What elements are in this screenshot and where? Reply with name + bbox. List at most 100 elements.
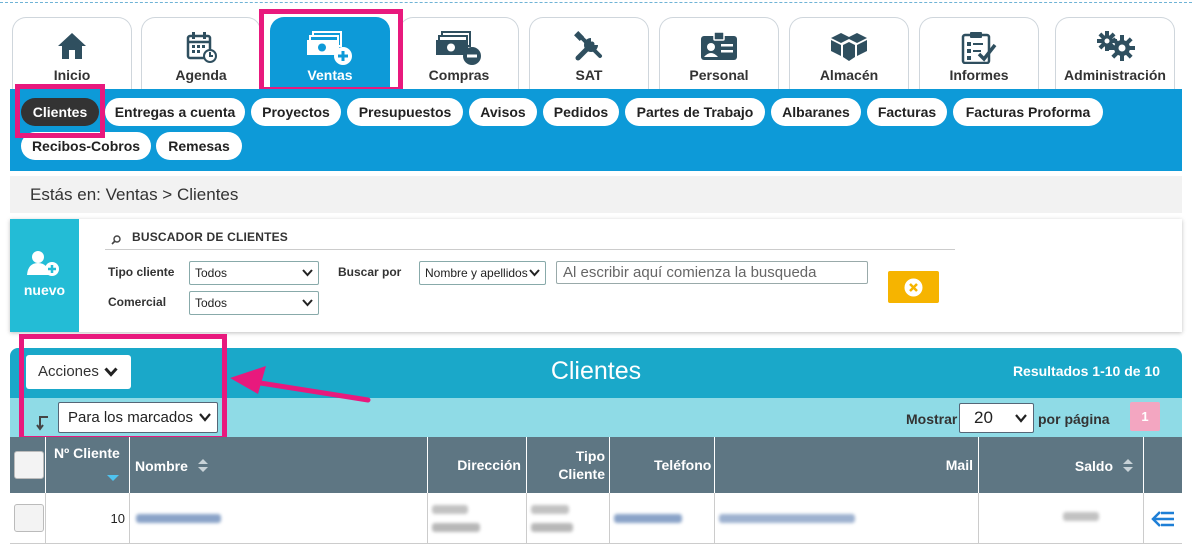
column-header-numero[interactable]: Nº Cliente <box>45 437 129 493</box>
new-client-label: nuevo <box>23 282 66 298</box>
tab-ventas-label: Ventas <box>307 67 353 83</box>
subnav-recibos-cobros[interactable]: Recibos-Cobros <box>21 132 151 160</box>
subnav-facturas[interactable]: Facturas <box>867 98 947 126</box>
tab-informes-label: Informes <box>949 67 1009 83</box>
column-header-telefono[interactable]: Teléfono <box>609 437 714 493</box>
subnav-presupuestos[interactable]: Presupuestos <box>347 98 463 126</box>
sub-navigation: Clientes Entregas a cuenta Proyectos Pre… <box>10 89 1182 171</box>
tab-compras[interactable]: Compras <box>399 17 519 89</box>
clear-search-button[interactable] <box>888 271 939 303</box>
column-header-nombre[interactable]: Nombre <box>129 437 427 493</box>
search-input[interactable]: Al escribir aquí comienza la busqueda <box>556 261 868 284</box>
buscar-por-label: Buscar por <box>338 265 402 279</box>
column-header-direccion[interactable]: Dirección <box>427 437 526 493</box>
cell-telefono-redacted <box>609 493 714 544</box>
redacted-phone <box>614 514 682 523</box>
column-header-tipo-cliente[interactable]: Tipo Cliente <box>526 437 609 493</box>
search-divider <box>105 249 955 250</box>
cell-mail-redacted <box>714 493 978 544</box>
chevron-down-icon <box>1015 414 1027 423</box>
cell-numero: 10 <box>45 493 129 544</box>
cell-nombre-redacted <box>129 493 427 544</box>
column-mail-label: Mail <box>945 457 973 473</box>
subnav-entregas-a-cuenta[interactable]: Entregas a cuenta <box>105 98 245 126</box>
add-user-icon <box>26 249 62 284</box>
tab-informes[interactable]: Informes <box>919 17 1039 89</box>
page-button-current[interactable]: 1 <box>1130 402 1160 431</box>
cell-direccion-redacted <box>427 493 526 544</box>
bulk-action-value: Para los marcados <box>68 409 194 426</box>
column-saldo-label: Saldo <box>1074 458 1113 474</box>
actions-label: Acciones <box>38 363 99 380</box>
pointer-arrow-icon <box>230 366 371 403</box>
comercial-select[interactable]: Todos <box>189 291 319 315</box>
tab-administracion[interactable]: Administración <box>1055 17 1175 89</box>
redacted-name <box>136 514 221 523</box>
subnav-clientes[interactable]: Clientes <box>21 98 99 126</box>
sort-icon <box>198 459 208 472</box>
subnav-remesas[interactable]: Remesas <box>156 132 242 160</box>
table-header: Nº Cliente Nombre Dirección Tipo Cliente… <box>10 437 1182 493</box>
tools-icon <box>530 30 648 64</box>
column-header-saldo[interactable]: Saldo <box>978 437 1143 493</box>
cell-row-actions <box>1143 493 1182 544</box>
corner-arrow-icon <box>36 416 48 431</box>
tab-almacen[interactable]: Almacén <box>789 17 909 89</box>
home-icon <box>13 30 131 64</box>
subnav-proyectos[interactable]: Proyectos <box>251 98 341 126</box>
subnav-avisos[interactable]: Avisos <box>469 98 537 126</box>
cell-numero-value: 10 <box>110 511 125 526</box>
comercial-value: Todos <box>195 296 228 310</box>
column-tipo-cliente-label: Tipo Cliente <box>558 448 605 482</box>
chevron-down-icon <box>302 269 313 277</box>
calendar-icon <box>142 30 260 64</box>
results-toolbar: Para los marcados Mostrar 20 por página … <box>10 398 1182 437</box>
tipo-cliente-value: Todos <box>195 266 228 280</box>
comercial-label: Comercial <box>108 295 167 309</box>
clipboard-check-icon <box>920 30 1038 64</box>
column-telefono-label: Teléfono <box>654 457 712 473</box>
redacted-balance <box>1063 512 1099 521</box>
select-all-checkbox[interactable] <box>14 451 44 479</box>
tipo-cliente-label: Tipo cliente <box>108 265 175 279</box>
tab-compras-label: Compras <box>428 67 490 83</box>
redacted-address-line <box>432 523 480 532</box>
actions-dropdown[interactable]: Acciones <box>26 355 131 389</box>
new-client-button[interactable]: nuevo <box>10 219 79 332</box>
column-header-mail[interactable]: Mail <box>714 437 978 493</box>
table-row[interactable]: 10 <box>10 493 1182 544</box>
sort-desc-icon <box>107 475 119 481</box>
row-checkbox[interactable] <box>14 504 44 532</box>
subnav-partes-de-trabajo[interactable]: Partes de Trabajo <box>625 98 765 126</box>
results-count: Resultados 1-10 de 10 <box>1012 363 1160 379</box>
arrow-left-menu-icon[interactable] <box>1150 509 1176 529</box>
cell-tipo-cliente-redacted <box>526 493 609 544</box>
tab-sat[interactable]: SAT <box>529 17 649 89</box>
tipo-cliente-select[interactable]: Todos <box>189 261 319 285</box>
tab-sat-label: SAT <box>575 67 603 83</box>
boxes-icon <box>790 30 908 64</box>
tab-personal[interactable]: Personal <box>659 17 779 89</box>
search-panel: nuevo BUSCADOR DE CLIENTES Tipo cliente … <box>10 219 1182 332</box>
buscar-por-select[interactable]: Nombre y apellidos <box>419 261 546 285</box>
column-nombre-label: Nombre <box>135 458 188 474</box>
subnav-facturas-proforma[interactable]: Facturas Proforma <box>953 98 1103 126</box>
show-label: Mostrar <box>906 411 958 427</box>
tab-agenda[interactable]: Agenda <box>141 17 261 89</box>
per-page-select[interactable]: 20 <box>959 403 1034 433</box>
sort-icon <box>1123 459 1133 472</box>
bulk-action-select[interactable]: Para los marcados <box>58 402 218 433</box>
subnav-pedidos[interactable]: Pedidos <box>543 98 619 126</box>
tab-inicio-label: Inicio <box>53 67 91 83</box>
chevron-down-icon <box>302 299 313 307</box>
column-numero-label: Nº Cliente <box>54 445 120 461</box>
search-title: BUSCADOR DE CLIENTES <box>132 230 289 244</box>
tab-almacen-label: Almacén <box>819 67 879 83</box>
tab-inicio[interactable]: Inicio <box>12 17 132 89</box>
top-dashed-border <box>0 2 1192 3</box>
per-page-value: 20 <box>974 408 993 427</box>
tab-ventas[interactable]: Ventas <box>270 17 390 89</box>
tab-administracion-label: Administración <box>1064 67 1166 83</box>
subnav-albaranes[interactable]: Albaranes <box>771 98 861 126</box>
tab-agenda-label: Agenda <box>175 67 227 83</box>
